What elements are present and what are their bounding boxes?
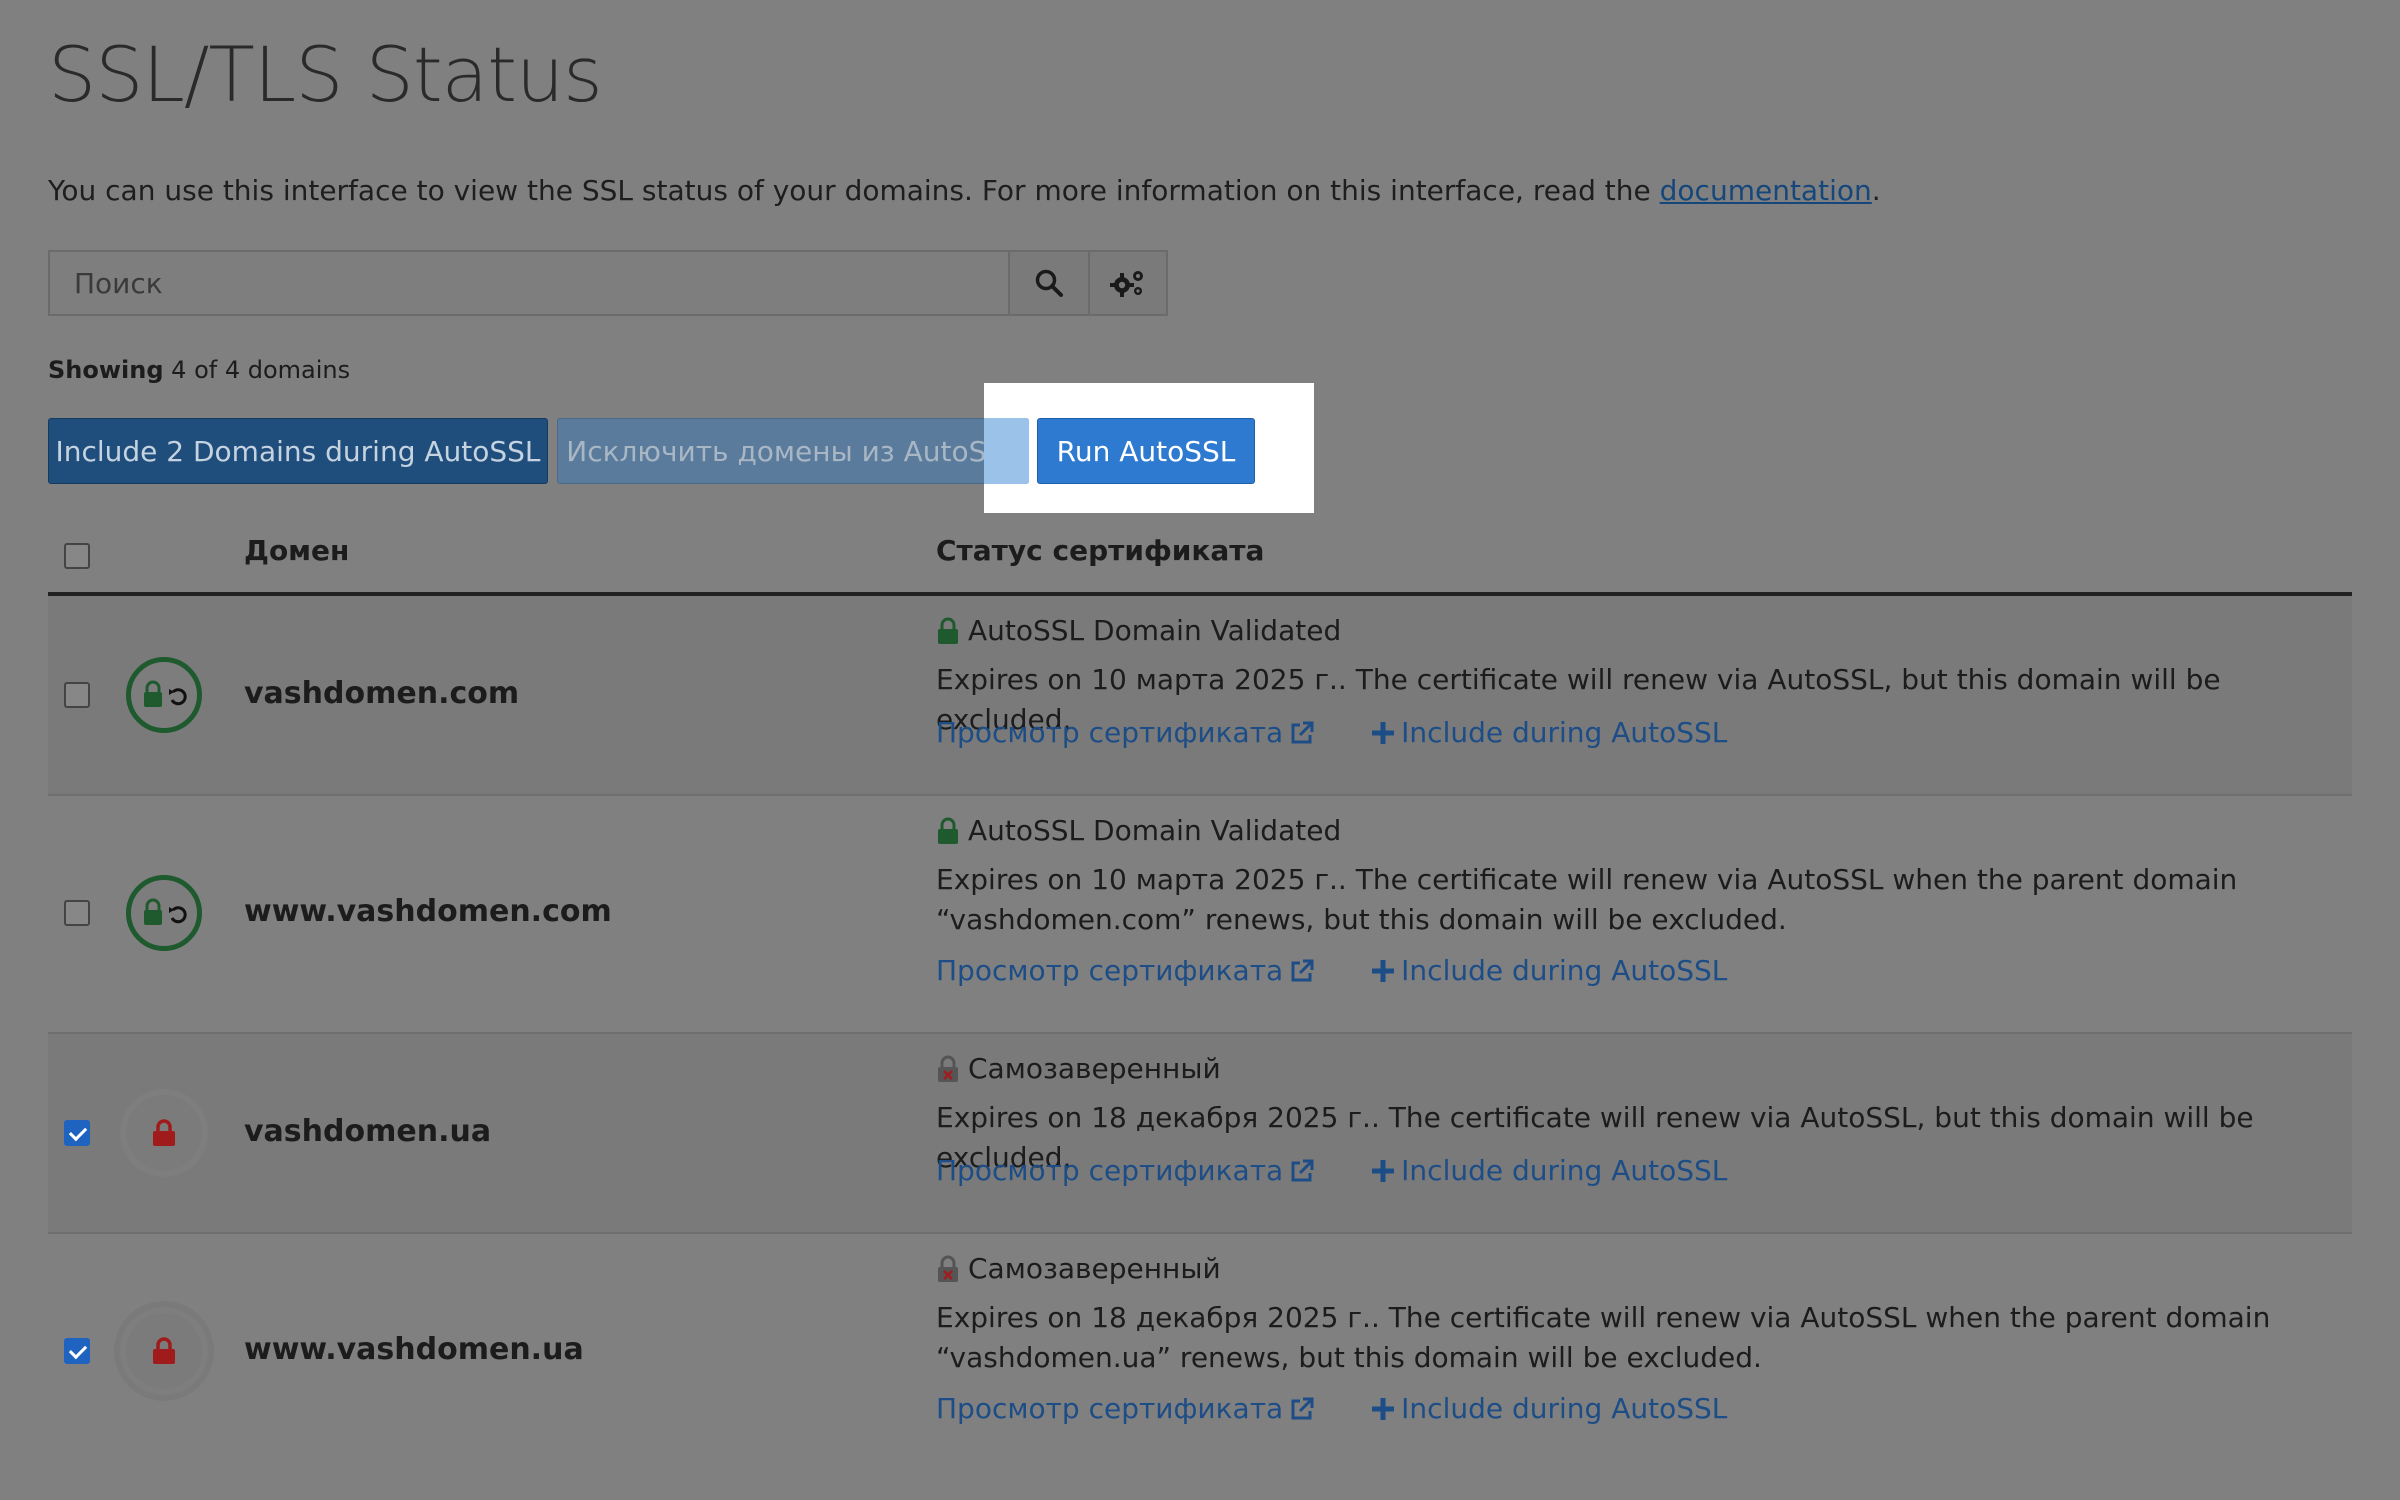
select-all-checkbox[interactable] (64, 543, 90, 569)
cert-description: Expires on 10 марта 2025 г.. The certifi… (936, 863, 2238, 936)
exclude-domains-button[interactable]: Исключить домены из AutoSSL (557, 418, 1029, 484)
view-certificate-link[interactable]: Просмотр сертификата (936, 1154, 1315, 1187)
search-input[interactable] (50, 252, 1008, 314)
row-links: Просмотр сертификата Include during Auto… (936, 954, 1727, 987)
view-certificate-link[interactable]: Просмотр сертификата (936, 954, 1315, 987)
cert-type: AutoSSL Domain Validated (936, 614, 1341, 647)
cert-type: Самозаверенный (936, 1252, 1221, 1285)
plus-icon (1372, 1159, 1395, 1182)
row-checkbox[interactable] (64, 1338, 90, 1364)
search-button[interactable] (1008, 252, 1088, 314)
gears-icon (1110, 271, 1143, 297)
row-checkbox[interactable] (64, 682, 90, 708)
lock-icon (938, 617, 958, 644)
include-during-autossl-link[interactable]: Include during AutoSSL (1371, 1392, 1727, 1425)
self-signed-icon (126, 1313, 202, 1389)
external-link-icon (1291, 721, 1314, 743)
cert-type: Самозаверенный (936, 1052, 1221, 1085)
domains-table: Домен Статус сертификата vashdomen.com A… (48, 520, 2352, 1470)
cert-description: Expires on 18 декабря 2025 г.. The certi… (936, 1301, 2271, 1374)
lock-icon (938, 817, 958, 844)
table-row: www.vashdomen.ua Самозаверенный Expires … (48, 1234, 2352, 1470)
red-lock-icon (153, 1337, 175, 1364)
view-certificate-link[interactable]: Просмотр сертификата (936, 716, 1315, 749)
documentation-link[interactable]: documentation (1660, 174, 1872, 207)
intro-text: You can use this interface to view the S… (48, 174, 1881, 207)
domain-name: vashdomen.com (244, 676, 520, 711)
run-autossl-button[interactable]: Run AutoSSL (1037, 418, 1255, 484)
lock-error-icon (938, 1255, 958, 1282)
row-checkbox[interactable] (64, 900, 90, 926)
page-title: SSL/TLS Status (48, 30, 603, 119)
include-during-autossl-link[interactable]: Include during AutoSSL (1371, 954, 1727, 987)
table-row: vashdomen.com AutoSSL Domain Validated E… (48, 596, 2352, 796)
table-header: Домен Статус сертификата (48, 520, 2352, 596)
domain-name: www.vashdomen.ua (244, 1332, 584, 1367)
include-during-autossl-link[interactable]: Include during AutoSSL (1371, 716, 1727, 749)
red-lock-icon (153, 1119, 175, 1146)
cert-type: AutoSSL Domain Validated (936, 814, 1341, 847)
domain-name: www.vashdomen.com (244, 894, 612, 929)
plus-icon (1372, 1397, 1395, 1420)
table-row: www.vashdomen.com AutoSSL Domain Validat… (48, 796, 2352, 1034)
self-signed-icon (126, 1095, 202, 1171)
external-link-icon (1291, 959, 1314, 981)
lock-error-icon (938, 1055, 958, 1082)
settings-button[interactable] (1088, 252, 1166, 314)
row-checkbox[interactable] (64, 1120, 90, 1146)
search-bar (48, 250, 1168, 316)
include-during-autossl-link[interactable]: Include during AutoSSL (1371, 1154, 1727, 1187)
exclude-button-lit-edge (984, 418, 1029, 484)
include-domains-button[interactable]: Include 2 Domains during AutoSSL (48, 418, 548, 484)
plus-icon (1372, 959, 1395, 982)
search-icon (1035, 269, 1063, 297)
autossl-valid-icon (126, 875, 202, 951)
view-certificate-link[interactable]: Просмотр сертификата (936, 1392, 1315, 1425)
result-summary: Showing 4 of 4 domains (48, 356, 351, 384)
autossl-valid-icon (126, 657, 202, 733)
external-link-icon (1291, 1397, 1314, 1419)
status-column-header: Статус сертификата (936, 534, 1265, 567)
table-row: vashdomen.ua Самозаверенный Expires on 1… (48, 1034, 2352, 1234)
row-links: Просмотр сертификата Include during Auto… (936, 716, 1727, 749)
external-link-icon (1291, 1159, 1314, 1181)
row-links: Просмотр сертификата Include during Auto… (936, 1392, 1727, 1425)
plus-icon (1372, 721, 1395, 744)
domain-name: vashdomen.ua (244, 1114, 492, 1149)
domain-column-header: Домен (244, 534, 350, 567)
row-links: Просмотр сертификата Include during Auto… (936, 1154, 1727, 1187)
